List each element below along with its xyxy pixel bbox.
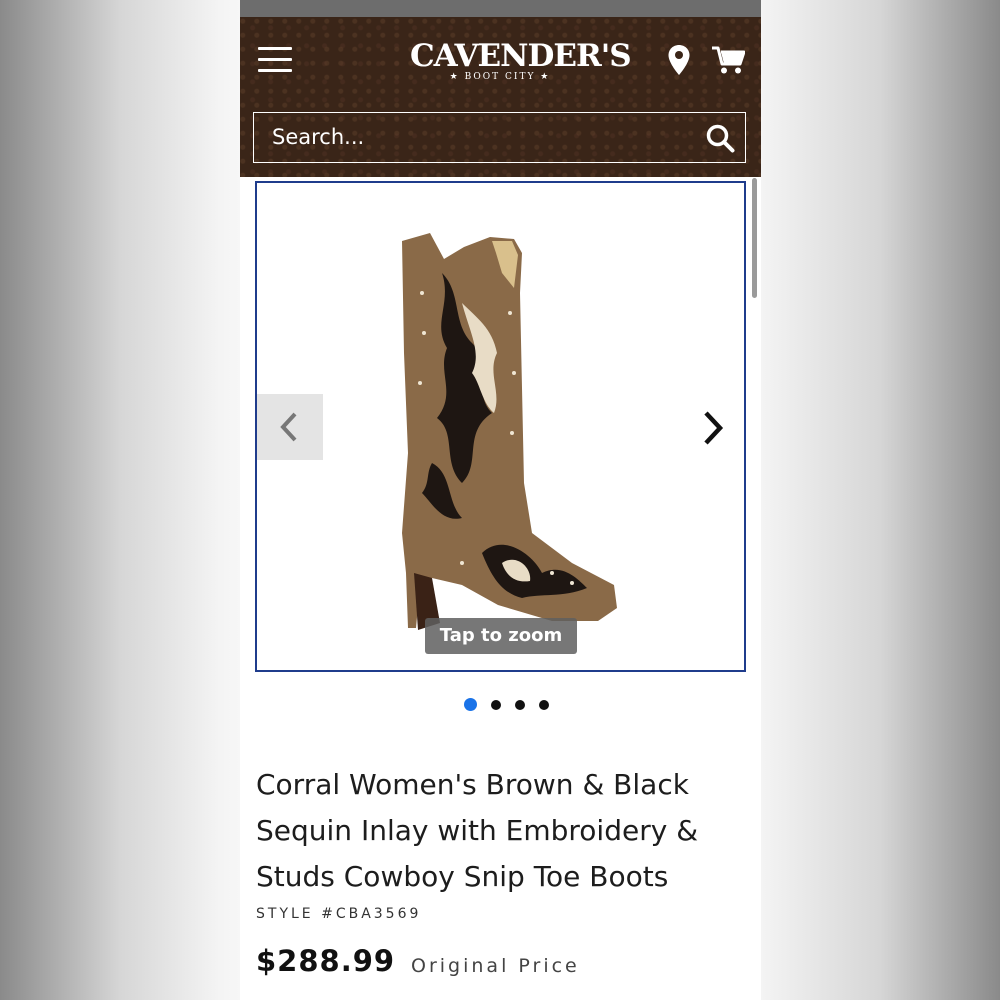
status-bar	[240, 0, 761, 17]
chevron-left-icon	[280, 412, 297, 442]
gallery-pagination	[464, 695, 558, 711]
background-right	[760, 0, 1000, 1000]
pagination-dot-2[interactable]	[491, 700, 502, 710]
product-boot-image[interactable]	[402, 233, 632, 643]
search-input[interactable]	[254, 113, 694, 161]
phone-screen: CAVENDER'S ★ BOOT CITY ★ Search... Tap t…	[240, 0, 761, 1000]
prev-image-button[interactable]	[257, 394, 323, 460]
brand-logo[interactable]: CAVENDER'S ★ BOOT CITY ★	[410, 38, 632, 87]
hamburger-icon[interactable]	[258, 47, 294, 73]
map-pin-icon[interactable]	[667, 44, 691, 76]
page-scrollbar[interactable]	[752, 178, 757, 298]
product-title: Corral Women's Brown & Black Sequin Inla…	[256, 768, 699, 893]
style-number: STYLE #CBA3569	[256, 906, 422, 922]
search-bar	[253, 112, 746, 163]
chevron-right-icon	[704, 411, 724, 445]
pagination-dot-4[interactable]	[539, 700, 550, 710]
pagination-dot-3[interactable]	[515, 700, 526, 710]
tap-to-zoom-hint[interactable]: Tap to zoom	[425, 618, 577, 654]
product-image-gallery[interactable]: Tap to zoom	[255, 181, 746, 672]
search-icon[interactable]	[705, 123, 735, 153]
product-price: $288.99	[256, 944, 396, 978]
price-note: Original Price	[411, 955, 580, 977]
pagination-dot-1[interactable]	[464, 698, 477, 711]
site-header: CAVENDER'S ★ BOOT CITY ★	[240, 17, 761, 177]
shopping-cart-icon[interactable]	[711, 45, 745, 75]
next-image-button[interactable]	[696, 405, 730, 451]
logo-wordmark: CAVENDER'S	[410, 38, 632, 74]
